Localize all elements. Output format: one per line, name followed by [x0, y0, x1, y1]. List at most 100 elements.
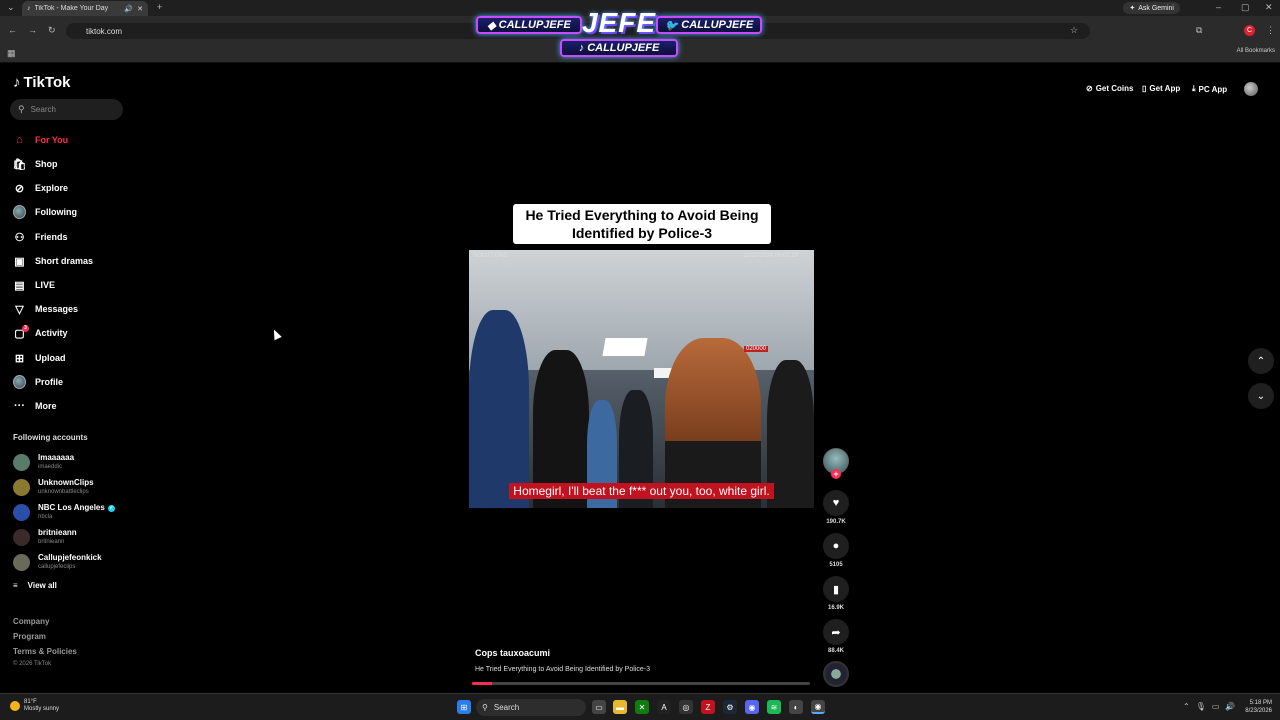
footer-company[interactable]: Company: [13, 617, 49, 626]
sidebar-item-following[interactable]: Following: [13, 203, 77, 221]
sidebar-item-label: For You: [35, 135, 69, 145]
account-info: Callupjefeonkick callupjefeclips: [38, 553, 102, 571]
apps-grid-icon[interactable]: ▦: [7, 49, 16, 58]
maximize-icon[interactable]: ▢: [1241, 3, 1250, 12]
xbox-icon[interactable]: ✕: [635, 700, 649, 714]
forward-icon[interactable]: →: [28, 26, 37, 35]
weather-widget[interactable]: 81°F Mostly sunny: [10, 699, 59, 713]
pc-app-button[interactable]: ⤓ PC App: [1192, 84, 1227, 94]
reload-icon[interactable]: ↻: [48, 26, 56, 35]
tiktok-logo[interactable]: ♪ TikTok: [13, 74, 70, 91]
next-video-button[interactable]: ⌄: [1248, 383, 1274, 409]
taskbar-search-label: Search: [493, 703, 520, 712]
follow-plus-icon[interactable]: +: [831, 469, 841, 479]
footer-terms[interactable]: Terms & Policies: [13, 647, 77, 656]
file-explorer-icon[interactable]: ▬: [613, 700, 627, 714]
sidebar-item-live[interactable]: ▤ LIVE: [13, 276, 55, 294]
home-icon: ⌂: [16, 134, 23, 146]
sidebar-item-label: Shop: [35, 159, 58, 169]
video-author[interactable]: Cops tauxoacumi: [475, 648, 550, 658]
tab-list-icon[interactable]: ⌄: [7, 3, 15, 12]
comment-button[interactable]: ●: [823, 533, 849, 559]
account-name: Callupjefeonkick: [38, 553, 102, 562]
search-box[interactable]: ⚲: [10, 99, 123, 120]
user-avatar[interactable]: [1244, 82, 1258, 96]
save-button[interactable]: ▮: [823, 576, 849, 602]
taskbar-search-icon: ⚲: [482, 703, 488, 712]
following-account[interactable]: UnknownClips unknownbattleclips: [13, 476, 94, 498]
bookmark-star-icon[interactable]: ☆: [1070, 26, 1078, 35]
sidebar-item-label: Short dramas: [35, 256, 94, 266]
sidebar-item-for-you[interactable]: ⌂ For You: [13, 131, 68, 149]
sidebar-item-explore[interactable]: ⊘ Explore: [13, 179, 68, 197]
media-app-icon[interactable]: Z: [701, 700, 715, 714]
account-handle: nbcla: [38, 514, 53, 520]
share-button[interactable]: ➦: [823, 619, 849, 645]
account-info: NBC Los Angeles ✓ nbcla: [38, 503, 115, 521]
sidebar-item-messages[interactable]: ▽ Messages: [13, 300, 78, 318]
save-count: 16.9K: [827, 605, 844, 611]
get-coins-button[interactable]: ⊘ Get Coins: [1086, 84, 1133, 93]
sidebar-item-shop[interactable]: 🛍 Shop: [13, 155, 58, 173]
taskbar-clock[interactable]: 5:18 PM 8/23/2026: [1245, 699, 1272, 715]
task-view-icon[interactable]: ▭: [592, 700, 606, 714]
following-account[interactable]: Callupjefeonkick callupjefeclips: [13, 551, 102, 573]
activity-icon: ▢ 3: [13, 324, 29, 340]
bodycam-timestamp: 11/22/2024 05:03:29: [743, 253, 798, 259]
tiktok-logo-icon: ♪: [13, 74, 21, 91]
tab-title: TikTok - Make Your Day: [34, 5, 109, 12]
overlay-bottom-label: CALLUPJEFE: [587, 42, 660, 54]
sidebar-item-upload[interactable]: ⊞ Upload: [13, 349, 66, 367]
search-input[interactable]: [30, 105, 111, 114]
weather-temp: 81°F: [24, 699, 37, 705]
windows-start-icon[interactable]: ⊞: [457, 700, 471, 714]
back-icon[interactable]: ←: [8, 26, 17, 35]
menu-icon[interactable]: ⋮: [1266, 26, 1275, 35]
chrome-icon[interactable]: ◉: [811, 700, 825, 714]
new-tab-icon[interactable]: +: [157, 3, 162, 12]
previous-video-button[interactable]: ⌃: [1248, 348, 1274, 374]
music-disc-icon[interactable]: [823, 661, 849, 687]
tab-close-icon[interactable]: ✕: [137, 5, 143, 13]
profile-c-icon[interactable]: C: [1244, 25, 1255, 36]
footer-program[interactable]: Program: [13, 632, 46, 641]
sidebar-item-activity[interactable]: ▢ 3 Activity: [13, 324, 68, 342]
following-account[interactable]: britnieann britnieann: [13, 526, 77, 548]
video-sign: 020000: [744, 346, 769, 352]
video-player[interactable]: SOLUTIONS 11/22/2024 05:03:29 020000 Hom…: [469, 250, 814, 508]
ask-gemini-button[interactable]: ✦ Ask Gemini: [1123, 2, 1180, 14]
github-icon[interactable]: ◎: [679, 700, 693, 714]
mouse-cursor-icon: [270, 327, 282, 341]
sidebar-item-short-dramas[interactable]: ▣ Short dramas: [13, 252, 93, 270]
view-all-link[interactable]: ≡ View all: [13, 581, 57, 590]
system-tray-icons[interactable]: ⌃🎙▭🔊: [1183, 702, 1241, 711]
discord-icon[interactable]: ◉: [745, 700, 759, 714]
browser-tab[interactable]: ♪ TikTok - Make Your Day 🔊 ✕: [22, 1, 148, 16]
close-window-icon[interactable]: ✕: [1265, 3, 1273, 12]
following-account[interactable]: NBC Los Angeles ✓ nbcla: [13, 501, 115, 523]
spotify-icon[interactable]: ≋: [767, 700, 781, 714]
minimize-icon[interactable]: –: [1216, 3, 1221, 12]
extensions-icon[interactable]: ⧉: [1196, 26, 1202, 35]
share-arrow-icon: ➦: [831, 626, 841, 639]
search-icon: ⚲: [18, 104, 25, 114]
terminal-icon[interactable]: A: [657, 700, 671, 714]
account-avatar: [13, 553, 30, 571]
compass-icon: ⊘: [14, 182, 25, 195]
sidebar-item-profile[interactable]: Profile: [13, 373, 63, 391]
sidebar-item-friends[interactable]: ⚇ Friends: [13, 228, 68, 246]
tab-audio-icon[interactable]: 🔊: [124, 5, 133, 13]
weather-desc: Mostly sunny: [24, 706, 60, 712]
like-button[interactable]: ♥: [823, 490, 849, 516]
following-account[interactable]: lmaaaaaa imaeddic: [13, 451, 74, 473]
all-bookmarks-link[interactable]: All Bookmarks: [1237, 48, 1275, 54]
steam-icon[interactable]: ⚙: [723, 700, 737, 714]
video-progress-fill: [472, 682, 493, 685]
sidebar-item-more[interactable]: ··· More: [13, 397, 57, 415]
video-progress-bar[interactable]: [472, 682, 810, 685]
get-app-button[interactable]: ▯ Get App: [1142, 84, 1180, 93]
taskbar-search[interactable]: ⚲ Search: [476, 699, 586, 716]
chrome-profile-icon[interactable]: ◐: [789, 700, 803, 714]
account-avatar: [13, 478, 30, 496]
chevron-down-icon: ⌄: [1256, 390, 1266, 402]
